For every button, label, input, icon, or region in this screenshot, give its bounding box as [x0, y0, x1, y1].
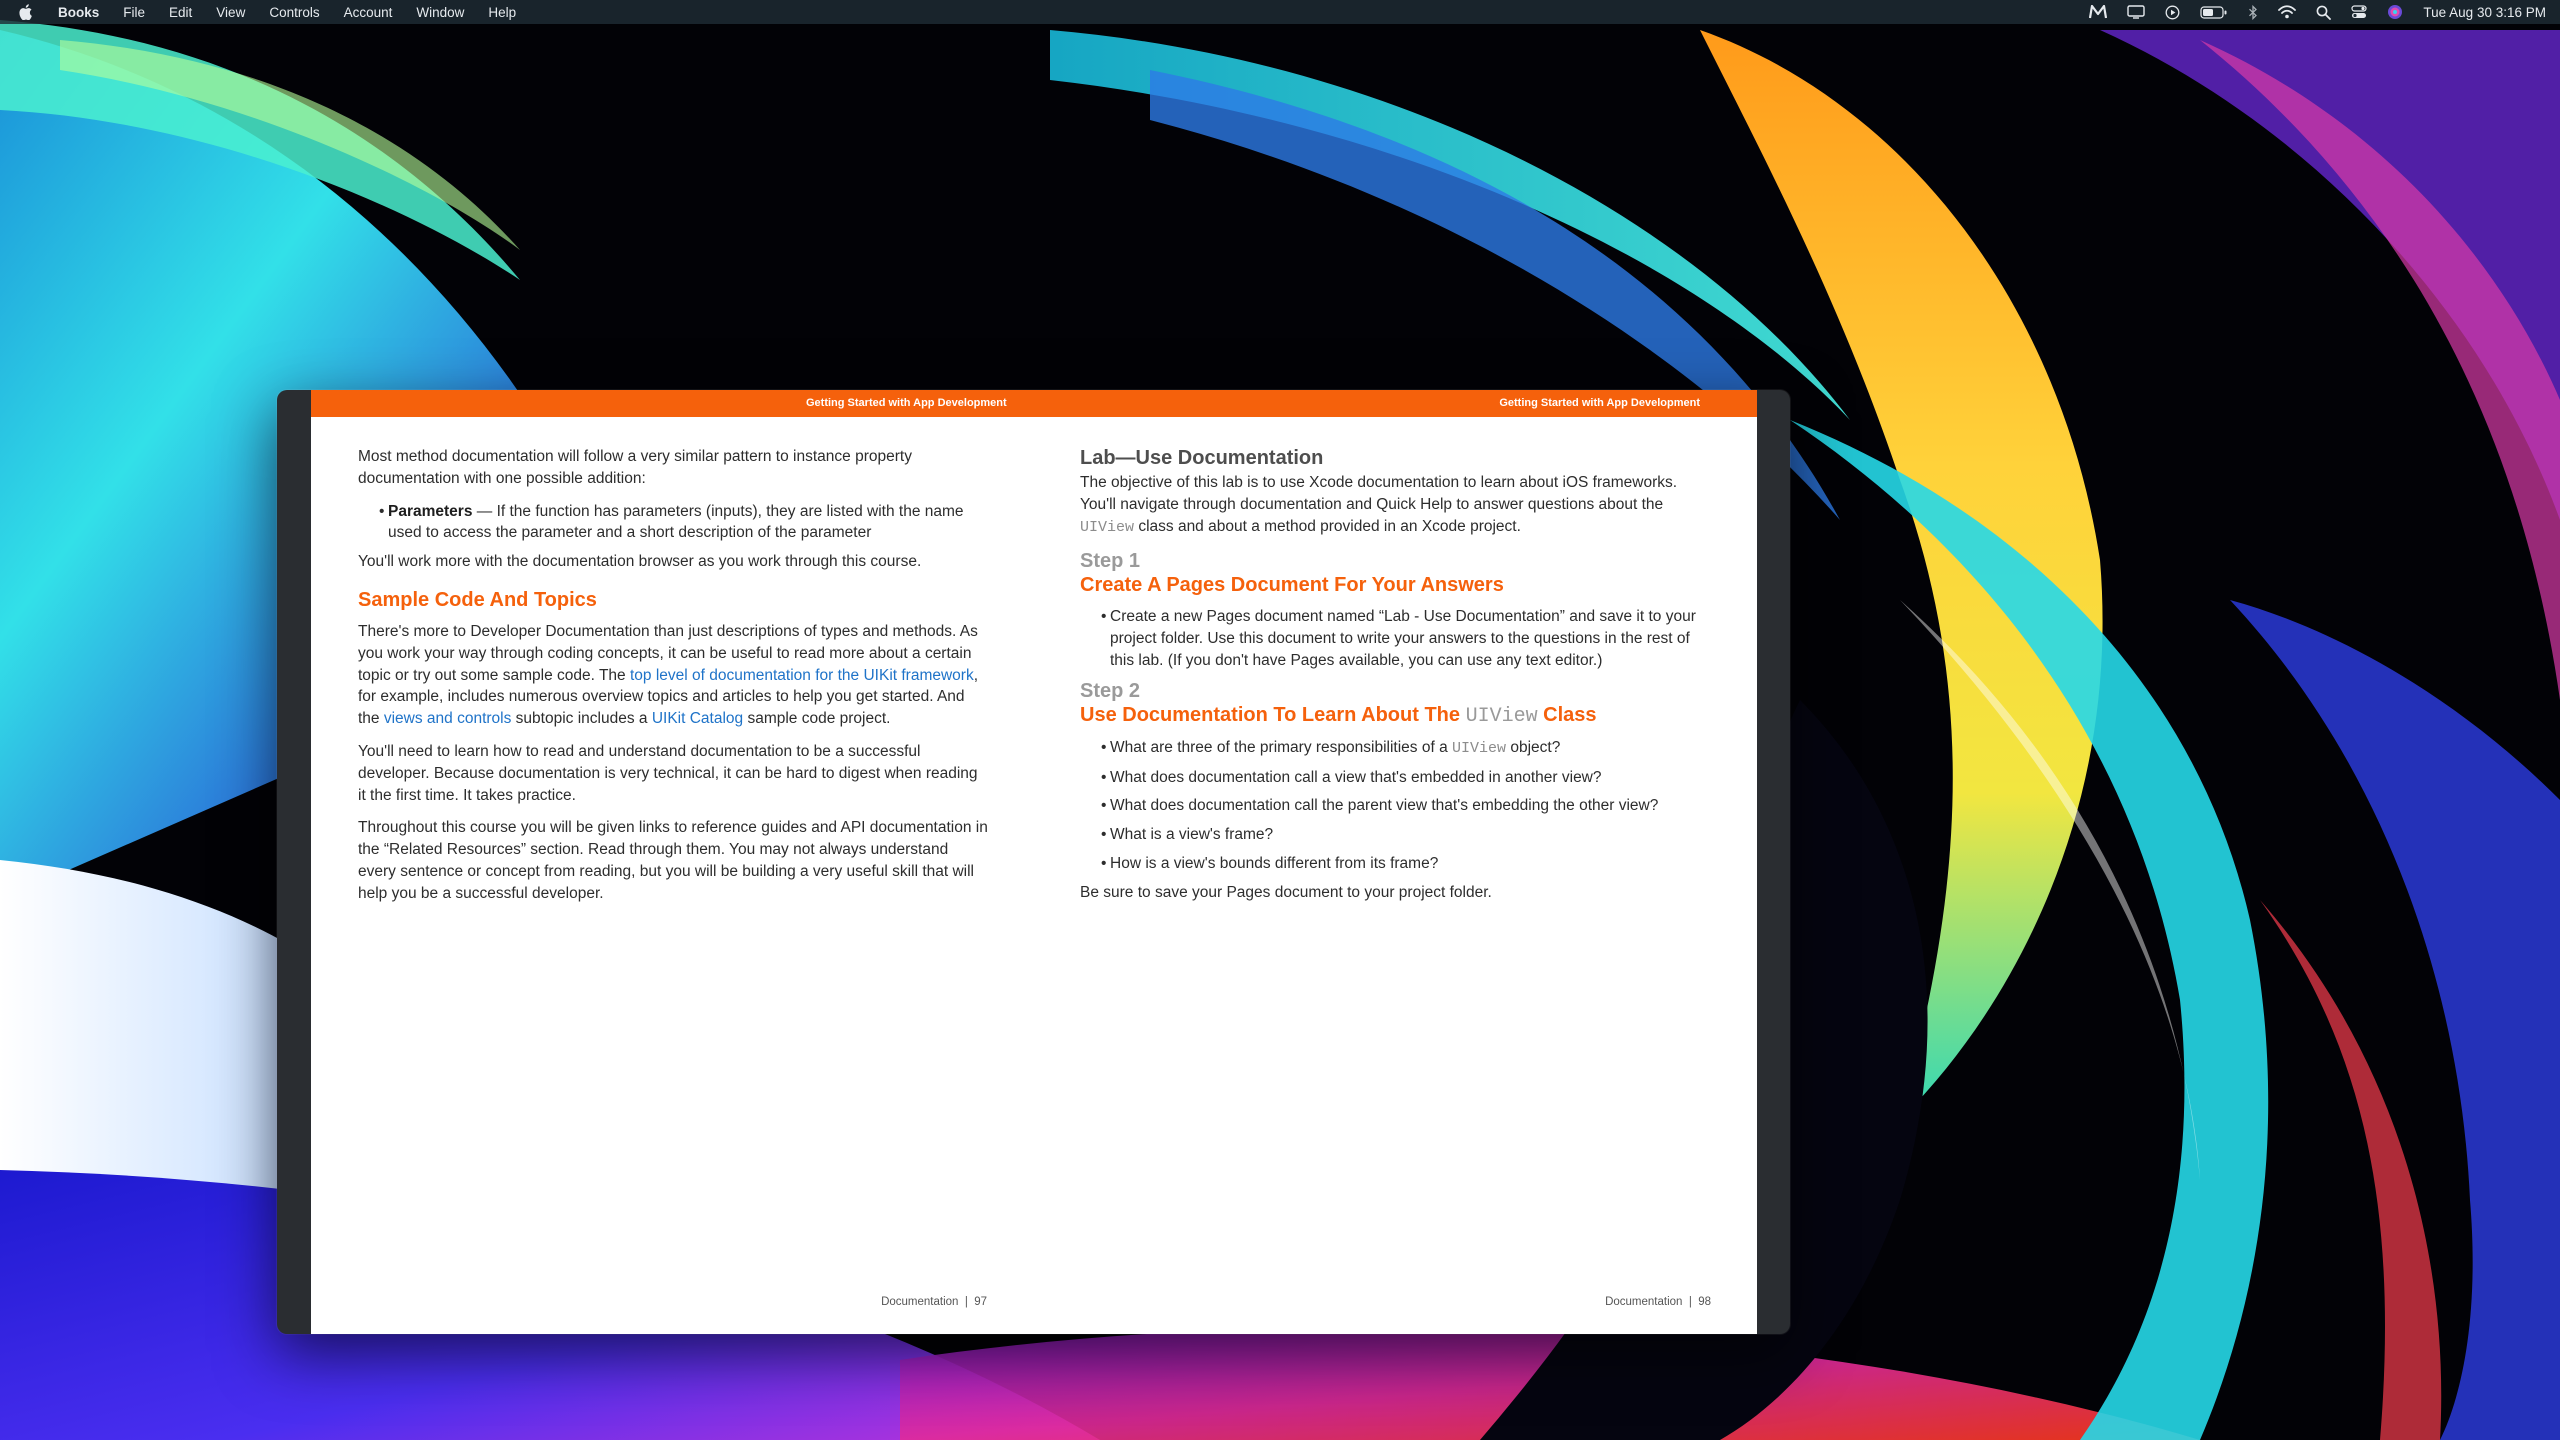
learn-docs-paragraph: You'll need to learn how to read and und… — [358, 742, 978, 804]
menu-controls[interactable]: Controls — [269, 5, 319, 20]
display-icon[interactable] — [2127, 5, 2146, 19]
text-run: subtopic includes a — [511, 710, 652, 728]
apple-logo-icon[interactable] — [18, 3, 34, 21]
left-page-content: Most method documentation will follow a … — [358, 446, 988, 916]
books-window: Getting Started with App Development Get… — [277, 390, 1790, 1334]
menu-account[interactable]: Account — [344, 5, 393, 20]
menu-bar-left: Books File Edit View Controls Account Wi… — [18, 0, 540, 24]
menu-bar: Books File Edit View Controls Account Wi… — [0, 0, 2560, 24]
left-page-footer: Documentation | 97 — [881, 1292, 987, 1314]
list-item: What are three of the primary responsibi… — [1080, 737, 1712, 760]
page-number: 97 — [974, 1296, 987, 1309]
uikit-docs-link[interactable]: top level of documentation for the UIKit… — [630, 667, 974, 684]
parameters-description: — If the function has parameters (inputs… — [388, 502, 964, 542]
list-item: What is a view's frame? — [1080, 824, 1712, 846]
step-1-title: Create A Pages Document For Your Answers — [1080, 574, 1504, 597]
menu-file[interactable]: File — [123, 5, 145, 20]
right-page-footer: Documentation | 98 — [1605, 1292, 1711, 1314]
right-page-content: Lab—Use Documentation The objective of t… — [1080, 446, 1712, 915]
bluetooth-icon[interactable] — [2248, 4, 2258, 20]
text-run: Class — [1537, 703, 1597, 726]
related-resources-paragraph: Throughout this course you will be given… — [358, 819, 988, 902]
list-item: How is a view's bounds different from it… — [1080, 853, 1712, 875]
list-item: Create a new Pages document named “Lab -… — [1080, 606, 1712, 671]
footer-separator: | — [964, 1296, 968, 1309]
code-uiview: UIView — [1465, 704, 1538, 728]
work-more-paragraph: You'll work more with the documentation … — [358, 553, 922, 571]
menu-help[interactable]: Help — [488, 5, 516, 20]
menu-app-name[interactable]: Books — [58, 5, 99, 20]
text-run: object? — [1506, 738, 1561, 756]
objective-paragraph: The objective of this lab is to use Xcod… — [1080, 472, 1712, 538]
siri-icon[interactable] — [2387, 4, 2403, 20]
menu-bar-status: Tue Aug 30 3:16 PM — [2069, 0, 2546, 24]
battery-icon[interactable] — [2200, 5, 2228, 19]
views-and-controls-link[interactable]: views and controls — [384, 710, 512, 727]
step-1-list: Create a new Pages document named “Lab -… — [1080, 606, 1712, 671]
m-icon[interactable] — [2089, 5, 2108, 19]
search-icon[interactable] — [2316, 5, 2332, 20]
menu-view[interactable]: View — [216, 5, 245, 20]
wifi-icon[interactable] — [2278, 5, 2297, 19]
closing-paragraph: Be sure to save your Pages document to y… — [1080, 883, 1492, 901]
code-uiview: UIView — [1452, 739, 1507, 757]
list-item: Parameters — If the function has paramet… — [358, 501, 988, 545]
book-spread: Getting Started with App Development Get… — [311, 390, 1757, 1334]
play-circle-icon[interactable] — [2165, 5, 2180, 20]
step-2-label: Step 2 — [1080, 679, 1141, 702]
list-item: What does documentation call a view that… — [1080, 767, 1712, 789]
text-run: What are three of the primary responsibi… — [1110, 738, 1453, 756]
text-run: class and about a method provided in an … — [1134, 517, 1521, 535]
text-run: The objective of this lab is to use Xcod… — [1080, 474, 1678, 513]
menu-window[interactable]: Window — [416, 5, 464, 20]
left-page[interactable]: Most method documentation will follow a … — [311, 390, 1034, 1334]
step-2-questions: What are three of the primary responsibi… — [1080, 737, 1712, 875]
step-2-title: Use Documentation To Learn About The UIV… — [1080, 703, 1712, 729]
text-run: Use Documentation To Learn About The — [1080, 703, 1466, 726]
text-run: sample code project. — [743, 710, 891, 728]
parameters-list: Parameters — If the function has paramet… — [358, 501, 988, 545]
control-center-icon[interactable] — [2351, 5, 2368, 19]
parameters-keyword: Parameters — [388, 502, 473, 520]
footer-section: Documentation — [1605, 1296, 1683, 1309]
page-number: 98 — [1698, 1296, 1711, 1309]
intro-paragraph: Most method documentation will follow a … — [358, 448, 912, 487]
menu-edit[interactable]: Edit — [169, 5, 192, 20]
list-item: What does documentation call the parent … — [1080, 795, 1712, 817]
footer-section: Documentation — [881, 1296, 959, 1309]
code-uiview: UIView — [1080, 518, 1135, 536]
lab-heading: Lab—Use Documentation — [1080, 447, 1324, 469]
sample-code-paragraph: There's more to Developer Documentation … — [358, 621, 988, 730]
sample-code-heading: Sample Code And Topics — [358, 588, 597, 611]
right-page[interactable]: Lab—Use Documentation The objective of t… — [1034, 390, 1757, 1334]
footer-separator: | — [1688, 1296, 1692, 1309]
menu-clock[interactable]: Tue Aug 30 3:16 PM — [2423, 5, 2546, 20]
uikit-catalog-link[interactable]: UIKit Catalog — [652, 710, 743, 727]
step-1-label: Step 1 — [1080, 550, 1141, 573]
